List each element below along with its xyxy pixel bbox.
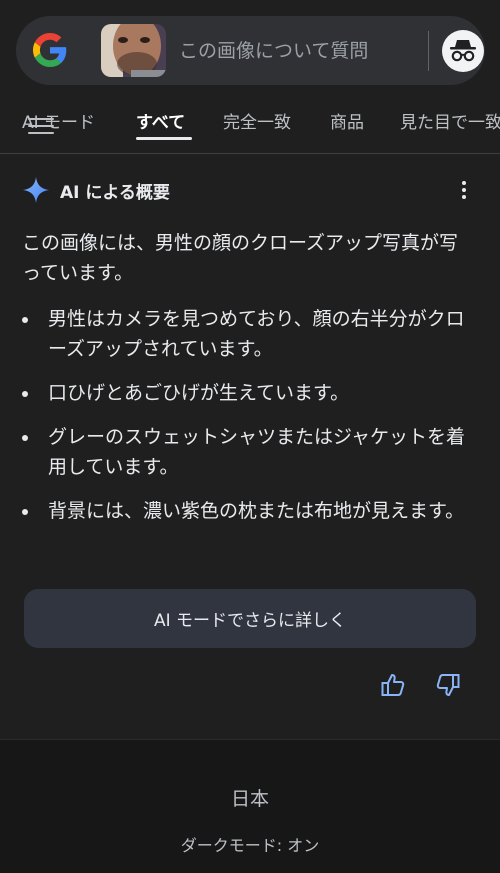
more-options-icon[interactable] — [460, 181, 468, 201]
dark-mode-toggle[interactable]: ダークモード: オン — [0, 832, 500, 856]
ai-overview-bullets: 男性はカメラを見つめており、顔の右半分がクローズアップされています。 口ひげとあ… — [22, 304, 477, 540]
list-item: 男性はカメラを見つめており、顔の右半分がクローズアップされています。 — [22, 304, 477, 364]
ai-overview-header: AI による概要 — [22, 176, 482, 206]
footer-country: 日本 — [230, 788, 269, 810]
tab-visual-matches[interactable]: 見た目で一致 — [400, 108, 500, 133]
menu-icon[interactable] — [28, 118, 54, 138]
ai-mode-more-button[interactable]: AI モードでさらに詳しく — [24, 589, 476, 648]
search-tabs: AI モード すべて 完全一致 商品 見た目で一致 — [0, 100, 500, 144]
active-tab-indicator — [136, 137, 192, 140]
search-bar[interactable]: この画像について質問 — [16, 16, 485, 85]
tab-all[interactable]: すべて — [136, 108, 185, 133]
sparkle-icon — [23, 177, 49, 203]
page: この画像について質問 AI モード すべて 完全一致 商品 見た目で一致 AI … — [0, 0, 500, 873]
footer: 日本 ダークモード: オン — [0, 739, 500, 873]
ai-overview-summary: この画像には、男性の顔のクローズアップ写真が写っています。 — [22, 232, 459, 284]
divider — [0, 153, 500, 154]
list-item: 背景には、濃い紫色の枕または布地が見えます。 — [22, 496, 477, 526]
thumbs-down-icon[interactable] — [434, 671, 462, 699]
tab-products[interactable]: 商品 — [330, 108, 364, 133]
incognito-icon[interactable] — [442, 30, 484, 72]
divider — [428, 31, 429, 71]
list-item: グレーのスウェットシャツまたはジャケットを着用しています。 — [22, 422, 477, 482]
google-logo-icon[interactable] — [33, 33, 67, 67]
tab-exact-match[interactable]: 完全一致 — [223, 108, 291, 133]
thumbs-up-icon[interactable] — [379, 671, 407, 699]
list-item: 口ひげとあごひげが生えています。 — [22, 378, 477, 408]
query-image-thumbnail[interactable] — [101, 24, 166, 77]
ai-overview-title: AI による概要 — [60, 183, 170, 203]
search-input[interactable]: この画像について質問 — [179, 36, 414, 66]
